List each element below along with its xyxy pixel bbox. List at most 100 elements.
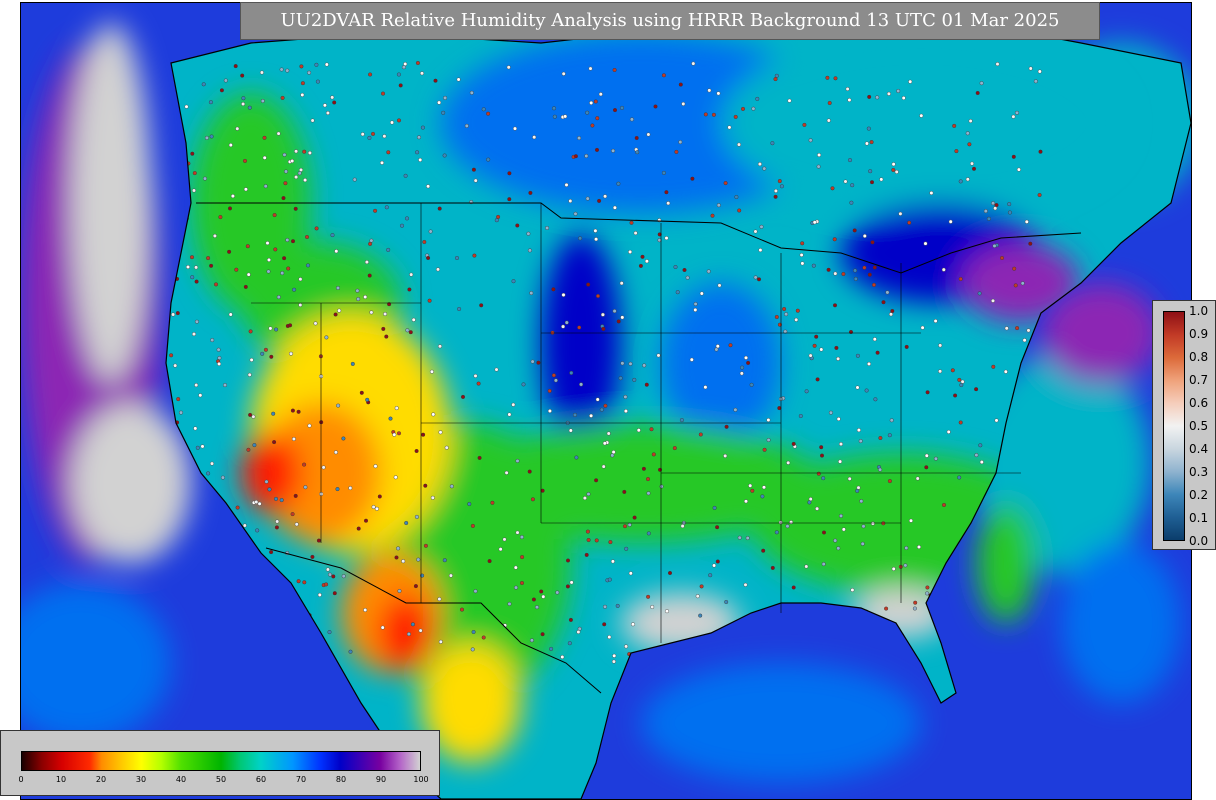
station-dot [456, 77, 461, 82]
station-dot [628, 249, 633, 254]
station-dot [598, 92, 603, 97]
station-dot [819, 445, 824, 450]
station-dot [891, 167, 896, 172]
station-dot [251, 414, 256, 419]
station-dot [750, 488, 755, 493]
station-dot [433, 78, 438, 83]
station-dot [779, 184, 784, 189]
station-dot [816, 471, 821, 476]
station-dot [531, 597, 536, 602]
station-dot [194, 265, 199, 270]
station-dot [178, 410, 183, 415]
station-dot [728, 343, 733, 348]
station-dot [711, 112, 716, 117]
station-dot [611, 450, 616, 455]
station-dot [965, 131, 970, 136]
station-dot [364, 518, 369, 523]
station-dot [649, 427, 654, 432]
station-dot [383, 312, 388, 317]
station-dot [758, 248, 763, 253]
station-dot [786, 460, 791, 465]
station-dot [567, 641, 572, 646]
station-dot [507, 197, 512, 202]
station-dot [409, 272, 414, 277]
station-dot [307, 423, 312, 428]
station-dot [856, 428, 861, 433]
station-dot [337, 308, 342, 313]
station-dot [568, 617, 573, 622]
station-dot [826, 267, 831, 272]
station-dot [298, 277, 303, 282]
station-dot [616, 181, 621, 186]
station-dot [380, 160, 385, 165]
station-dot [845, 86, 850, 91]
station-dot [348, 649, 353, 654]
station-dot [219, 88, 224, 93]
station-dot [266, 269, 271, 274]
station-dot [193, 426, 198, 431]
station-dot [422, 239, 427, 244]
station-dot [623, 524, 628, 529]
station-dot [933, 319, 938, 324]
station-dot [872, 337, 877, 342]
station-dot [878, 436, 883, 441]
station-dot [576, 630, 581, 635]
station-dot [467, 502, 472, 507]
station-dot [246, 447, 251, 452]
station-dot [995, 62, 1000, 67]
station-dot [566, 558, 571, 563]
station-dot [666, 201, 671, 206]
station-dot [291, 437, 296, 442]
station-dot [632, 377, 637, 382]
station-dot [853, 276, 858, 281]
station-dot [280, 271, 285, 276]
station-dot [397, 589, 402, 594]
station-dot [875, 350, 880, 355]
station-dot [665, 609, 670, 614]
station-dot [755, 96, 760, 101]
station-dot [1000, 255, 1005, 260]
station-dot [602, 441, 607, 446]
rh-tick-label: 10 [55, 775, 67, 784]
station-dot [858, 439, 863, 444]
station-dot [891, 162, 896, 167]
station-dot [268, 326, 273, 331]
station-dot [217, 361, 222, 366]
station-dot [324, 335, 329, 340]
obs-tick-label: 0.5 [1189, 419, 1209, 433]
station-dot [535, 605, 540, 610]
station-dot [209, 461, 214, 466]
station-dot [394, 406, 399, 411]
station-dot [443, 95, 448, 100]
station-dot [206, 256, 211, 261]
station-dot [437, 206, 442, 211]
station-dot [448, 573, 453, 578]
station-dot [401, 559, 406, 564]
station-dot [864, 141, 869, 146]
station-dot [833, 538, 838, 543]
station-dot [707, 88, 712, 93]
station-dot [977, 291, 982, 296]
station-dot [724, 600, 729, 605]
station-dot [494, 367, 499, 372]
station-dot [795, 308, 800, 313]
station-dot [213, 282, 218, 287]
station-dot [808, 353, 813, 358]
station-dot [866, 126, 871, 131]
station-dot [1020, 281, 1025, 286]
station-dot [913, 600, 918, 605]
station-dot [698, 432, 703, 437]
station-dot [870, 521, 875, 526]
rh-tick-label: 0 [18, 775, 24, 784]
station-dot [594, 478, 599, 483]
station-dot [1028, 66, 1033, 71]
station-dot [884, 606, 889, 611]
station-dot [220, 475, 225, 480]
station-dot [820, 453, 825, 458]
station-dot [173, 363, 178, 368]
station-dot [184, 104, 189, 109]
station-dot [408, 330, 413, 335]
station-dot [855, 353, 860, 358]
station-dot [950, 368, 955, 373]
station-dot [682, 268, 687, 273]
